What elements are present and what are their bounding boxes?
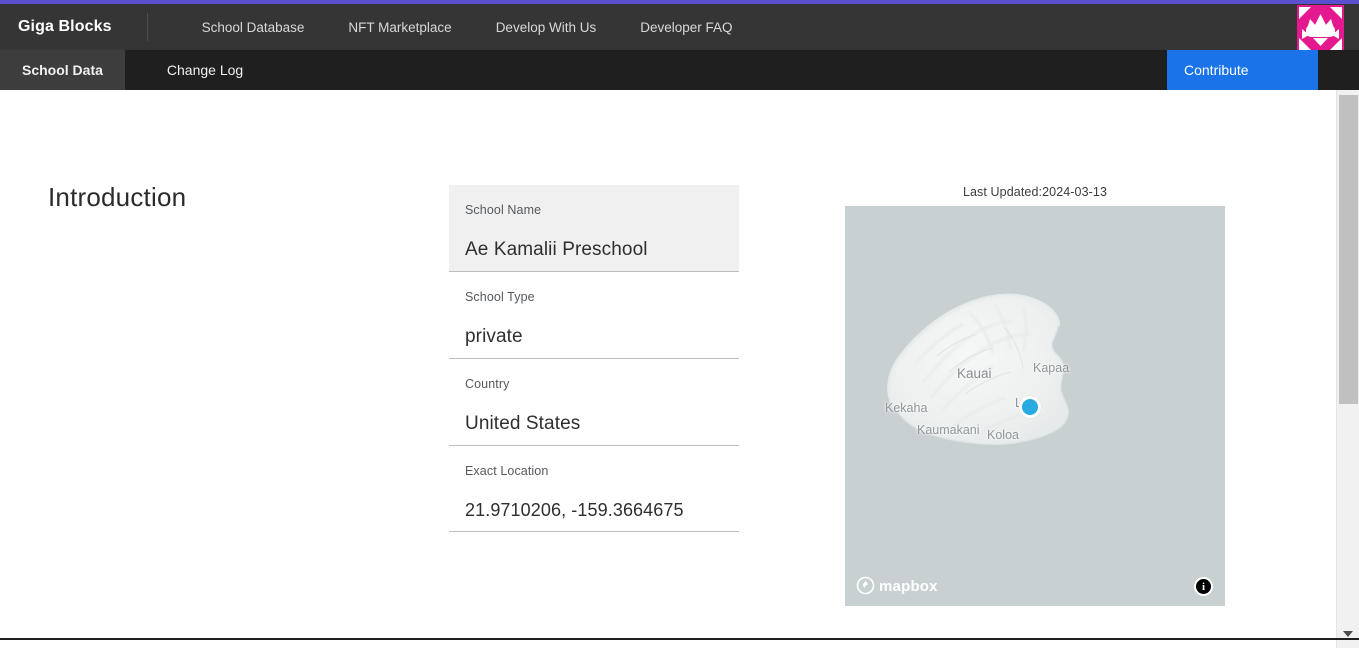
page-title: Introduction [48,182,187,212]
nav-link-developer-faq[interactable]: Developer FAQ [618,20,754,35]
field-label-school-type: School Type [465,290,535,304]
field-value-country: United States [449,391,739,446]
svg-text:mapbox: mapbox [879,578,938,595]
giga-blocks-logo-icon[interactable] [1297,5,1344,52]
scroll-down-arrow[interactable] [1343,631,1353,637]
mapbox-logo-icon[interactable]: mapbox [855,575,951,596]
vertical-scrollbar[interactable] [1336,90,1359,648]
app-window: Giga Blocks School Database NFT Marketpl… [0,0,1359,648]
field-label-country: Country [465,377,510,391]
field-country[interactable]: Country United States [449,359,739,446]
map-panel: Last Updated:2024-03-13 Kauai Kapaa Keka… [845,185,1225,606]
nav-link-nft-marketplace[interactable]: NFT Marketplace [326,20,473,35]
content-area: Introduction School Name Ae Kamalii Pres… [0,90,1336,638]
tab-change-log[interactable]: Change Log [125,50,265,90]
field-school-name[interactable]: School Name Ae Kamalii Preschool [449,185,739,272]
bottom-divider [0,638,1359,640]
field-value-school-name: Ae Kamalii Preschool [449,217,739,272]
secondary-navbar: School Data Change Log Contribute [0,50,1359,90]
primary-navbar: Giga Blocks School Database NFT Marketpl… [0,4,1359,52]
map-last-updated-text: Last Updated:2024-03-13 [962,185,1108,199]
field-value-school-type: private [449,304,739,359]
field-label-exact-location: Exact Location [465,464,549,478]
map-canvas[interactable]: Kauai Kapaa Kekaha Kaumakani Koloa L map… [845,206,1225,606]
map-info-button[interactable]: i [1194,577,1213,596]
field-school-type[interactable]: School Type private [449,272,739,359]
brand-title[interactable]: Giga Blocks [0,18,112,36]
field-value-exact-location: 21.9710206, -159.3664675 [449,478,739,532]
school-details-form: School Name Ae Kamalii Preschool School … [449,185,739,532]
nav-link-develop-with-us[interactable]: Develop With Us [474,20,619,35]
field-label-school-name: School Name [465,203,542,217]
contribute-button[interactable]: Contribute [1167,50,1318,90]
nav-link-school-database[interactable]: School Database [180,20,327,35]
location-marker-icon[interactable] [1019,396,1041,418]
field-exact-location[interactable]: Exact Location 21.9710206, -159.3664675 [449,446,739,532]
info-icon: i [1196,579,1211,594]
primary-nav-links: School Database NFT Marketplace Develop … [180,20,755,35]
vertical-scroll-thumb[interactable] [1339,95,1358,404]
brand-divider [146,13,148,41]
tab-school-data[interactable]: School Data [0,50,125,90]
